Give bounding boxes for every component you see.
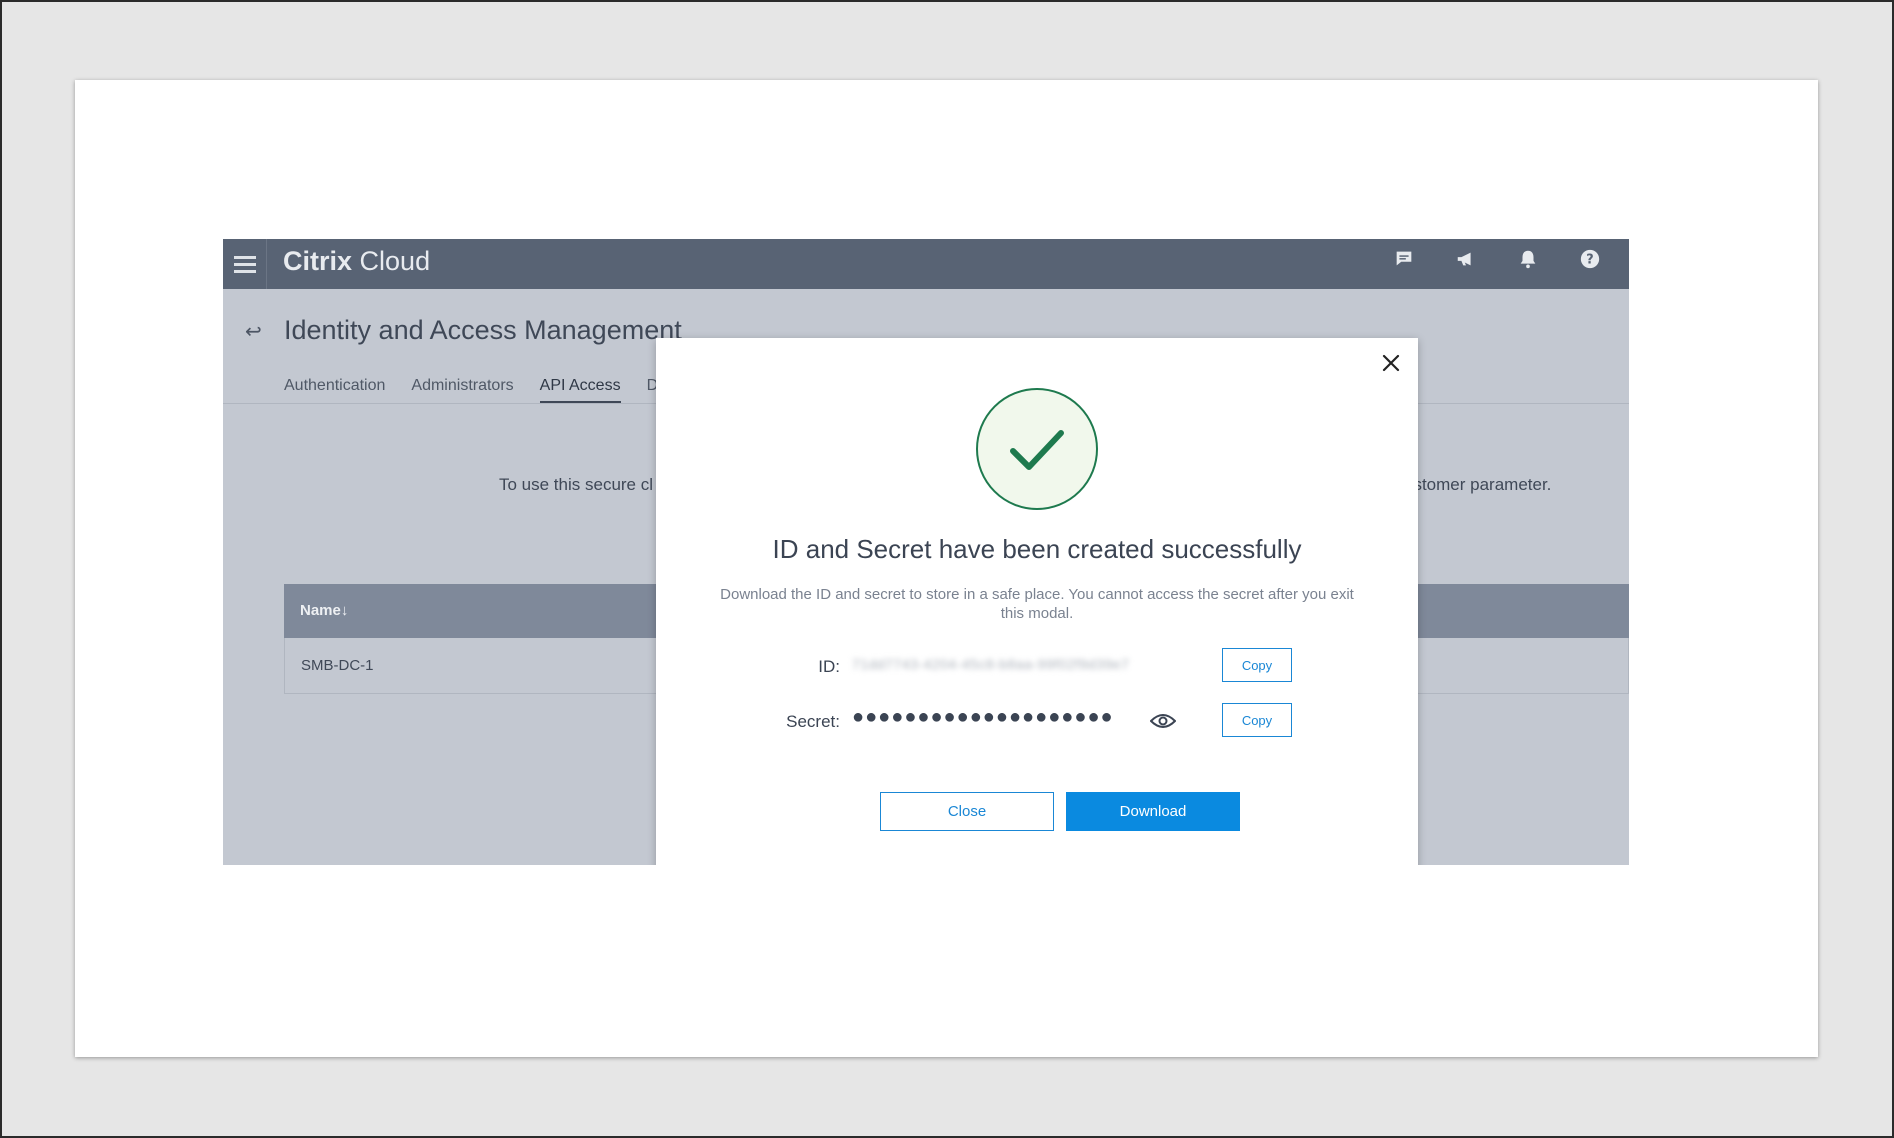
menu-button[interactable]: [223, 239, 267, 289]
success-modal: ID and Secret have been created successf…: [656, 338, 1418, 865]
table-cell-name: SMB-DC-1: [301, 657, 374, 674]
brand-light: Cloud: [359, 246, 431, 276]
top-navigation-bar: Citrix Cloud ?: [223, 239, 1629, 289]
tab-bar: Authentication Administrators API Access…: [284, 377, 667, 404]
id-label: ID:: [818, 657, 840, 676]
secret-label: Secret:: [786, 712, 840, 731]
back-arrow-icon[interactable]: ↩: [245, 319, 262, 344]
citrix-cloud-app: Citrix Cloud ? ↩ Identity and Access Man…: [223, 239, 1629, 865]
tab-administrators[interactable]: Administrators: [411, 377, 513, 404]
modal-title: ID and Secret have been created successf…: [772, 534, 1302, 564]
download-button[interactable]: Download: [1066, 792, 1240, 831]
help-icon[interactable]: ?: [1577, 246, 1603, 272]
close-button[interactable]: Close: [880, 792, 1054, 831]
svg-text:?: ?: [1586, 253, 1593, 268]
tab-authentication[interactable]: Authentication: [284, 377, 385, 404]
megaphone-icon[interactable]: [1453, 246, 1479, 272]
hamburger-icon: [233, 252, 256, 277]
eye-icon[interactable]: [1149, 712, 1177, 730]
secret-value-masked: ●●●●●●●●●●●●●●●●●●●●: [852, 706, 1114, 728]
instruction-text-left: To use this secure cl: [499, 475, 654, 494]
modal-description: Download the ID and secret to store in a…: [720, 586, 1354, 622]
copy-id-button[interactable]: Copy: [1222, 648, 1292, 682]
brand-bold: Citrix: [283, 246, 353, 276]
close-icon[interactable]: [1380, 352, 1402, 374]
chat-icon[interactable]: [1391, 246, 1417, 272]
page-title: Identity and Access Management: [284, 315, 682, 345]
instruction-text-right: ustomer parameter.: [1404, 475, 1552, 494]
bell-icon[interactable]: [1515, 246, 1541, 272]
tab-api-access[interactable]: API Access: [539, 377, 621, 404]
id-value: 71dd7743-4204-45c8-b8aa-99f02f9d39e7: [852, 656, 1130, 672]
header-icons: ?: [1391, 246, 1603, 272]
brand-logo: Citrix Cloud: [283, 241, 430, 281]
copy-secret-button[interactable]: Copy: [1222, 703, 1292, 737]
success-check-icon: [976, 388, 1098, 510]
